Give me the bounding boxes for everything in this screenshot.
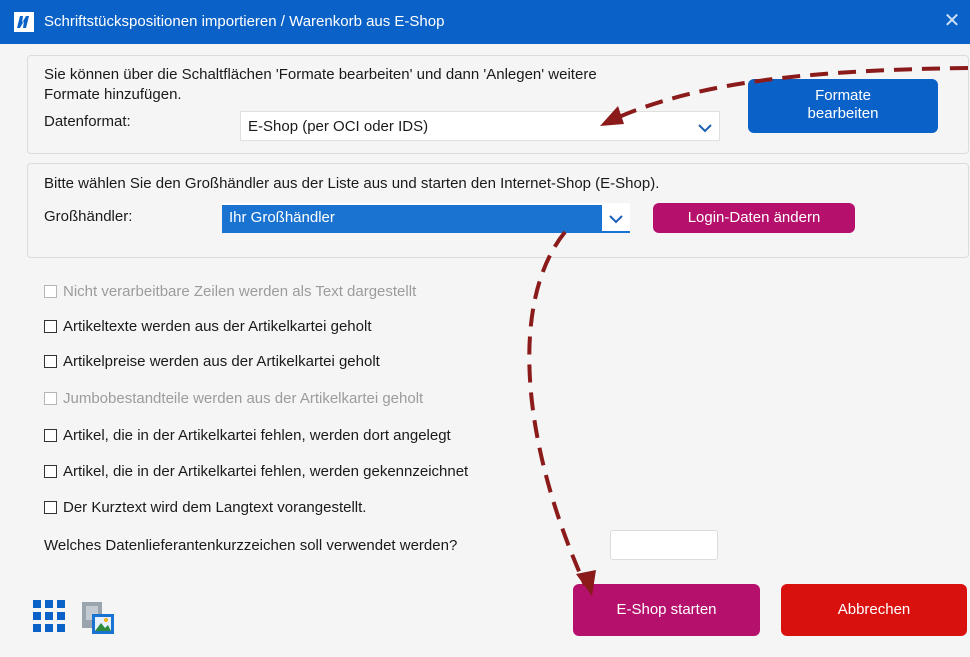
format-info-line1: Sie können über die Schaltflächen 'Forma… [44, 66, 597, 83]
checkbox[interactable] [44, 319, 57, 333]
option-label: Artikel, die in der Artikelkartei fehlen… [63, 426, 451, 444]
supplier-code-label: Welches Datenlieferantenkurzzeichen soll… [44, 537, 458, 554]
checkbox[interactable] [44, 500, 57, 514]
combo-underline [222, 231, 630, 233]
option-row-2[interactable]: Artikelpreise werden aus der Artikelkart… [44, 351, 380, 371]
option-row-6[interactable]: Der Kurztext wird dem Langtext vorangest… [44, 497, 366, 517]
app-logo-icon [14, 12, 34, 32]
chevron-down-icon [609, 215, 623, 224]
datenformat-label: Datenformat: [44, 113, 131, 130]
login-daten-aendern-button[interactable]: Login-Daten ändern [653, 203, 855, 233]
checkbox[interactable] [44, 464, 57, 478]
image-icon[interactable] [80, 600, 116, 636]
chevron-down-icon [698, 124, 712, 133]
option-label: Nicht verarbeitbare Zeilen werden als Te… [63, 282, 417, 300]
checkbox[interactable] [44, 354, 57, 368]
option-label: Artikelpreise werden aus der Artikelkart… [63, 352, 380, 370]
format-info-line2: Formate hinzufügen. [44, 86, 182, 103]
option-label: Jumbobestandteile werden aus der Artikel… [63, 389, 424, 407]
option-row-1[interactable]: Artikeltexte werden aus der Artikelkarte… [44, 316, 372, 336]
checkbox[interactable] [44, 428, 57, 442]
datenformat-select[interactable]: E-Shop (per OCI oder IDS) [240, 111, 720, 141]
formate-bearbeiten-button[interactable]: Formate bearbeiten [748, 79, 938, 133]
window-title: Schriftstückspositionen importieren / Wa… [44, 13, 445, 30]
supplier-code-input[interactable] [610, 530, 718, 560]
title-bar[interactable]: Schriftstückspositionen importieren / Wa… [0, 0, 970, 44]
datenformat-value: E-Shop (per OCI oder IDS) [248, 118, 429, 135]
formate-button-line1: Formate [815, 87, 871, 104]
eshop-starten-button[interactable]: E-Shop starten [573, 584, 760, 636]
formate-button-line2: bearbeiten [807, 105, 879, 122]
option-row-4[interactable]: Artikel, die in der Artikelkartei fehlen… [44, 425, 451, 445]
grosshaendler-label: Großhändler: [44, 208, 133, 225]
option-row-0[interactable]: Nicht verarbeitbare Zeilen werden als Te… [44, 281, 416, 301]
grosshaendler-value: Ihr Großhändler [229, 209, 335, 226]
close-icon[interactable]: ✕ [940, 9, 964, 33]
checkbox[interactable] [44, 284, 57, 298]
grid-icon[interactable] [33, 600, 65, 632]
checkbox[interactable] [44, 391, 57, 405]
grosshaendler-select[interactable]: Ihr Großhändler [222, 203, 630, 233]
option-row-3[interactable]: Jumbobestandteile werden aus der Artikel… [44, 388, 423, 408]
dialog-window: Schriftstückspositionen importieren / Wa… [0, 0, 970, 657]
option-label: Artikel, die in der Artikelkartei fehlen… [63, 462, 469, 480]
option-label: Artikeltexte werden aus der Artikelkarte… [63, 317, 372, 335]
arrow-to-start [527, 230, 587, 586]
abbrechen-button[interactable]: Abbrechen [781, 584, 967, 636]
option-row-5[interactable]: Artikel, die in der Artikelkartei fehlen… [44, 461, 468, 481]
option-label: Der Kurztext wird dem Langtext vorangest… [63, 498, 367, 516]
dealer-info: Bitte wählen Sie den Großhändler aus der… [44, 175, 660, 192]
